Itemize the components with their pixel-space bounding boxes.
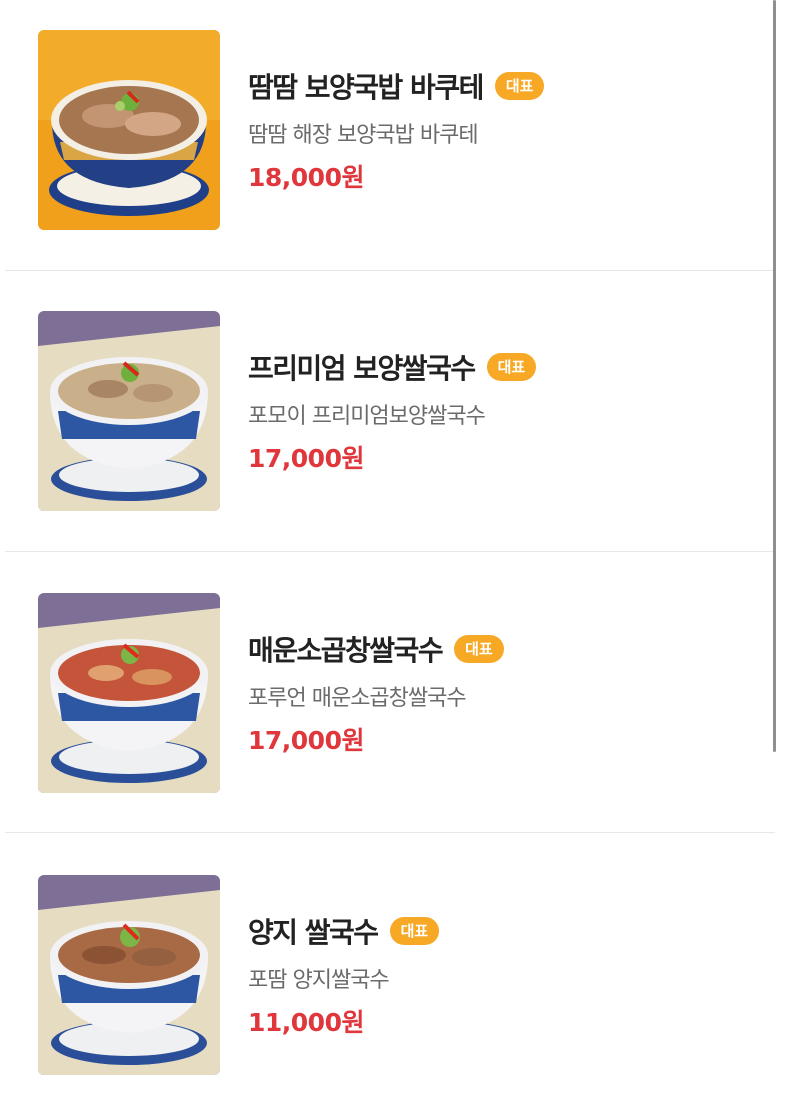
menu-item-brisket-pho[interactable]: 양지 쌀국수 대표 포땀 양지쌀국수 11,000원 — [0, 845, 775, 1115]
menu-item-description: 포땀 양지쌀국수 — [248, 968, 390, 993]
menu-item-description: 포루언 매운소곱창쌀국수 — [248, 686, 467, 711]
menu-item-price: 18,000원 — [248, 163, 364, 192]
menu-item-name: 양지 쌀국수 — [248, 916, 379, 949]
menu-item-spicy-gopchang-pho[interactable]: 매운소곱창쌀국수 대표 포루언 매운소곱창쌀국수 17,000원 — [0, 563, 775, 833]
rice-noodle-bowl-image — [38, 311, 220, 511]
beef-noodle-bowl-image — [38, 875, 220, 1075]
menu-item-header: 양지 쌀국수 대표 — [248, 911, 440, 951]
spicy-noodle-bowl-image — [38, 593, 220, 793]
signature-badge: 대표 — [494, 72, 545, 100]
bowl-illustration-4 — [38, 875, 220, 1075]
bowl-illustration-3 — [38, 593, 220, 793]
divider — [5, 270, 775, 271]
menu-item-bakuteh[interactable]: 땀땀 보양국밥 바쿠테 대표 땀땀 해장 보양국밥 바쿠테 18,000원 — [0, 0, 775, 270]
menu-item-name: 프리미엄 보양쌀국수 — [248, 352, 476, 385]
signature-badge: 대표 — [454, 635, 504, 663]
bowl-illustration-2 — [38, 311, 220, 511]
menu-item-premium-pho[interactable]: 프리미엄 보양쌀국수 대표 포모이 프리미엄보양쌀국수 17,000원 — [0, 281, 775, 551]
soup-bowl-image — [38, 30, 220, 230]
bowl-illustration-1 — [38, 30, 220, 230]
menu-item-name: 땀땀 보양국밥 바쿠테 — [248, 71, 484, 104]
menu-item-price: 17,000원 — [248, 726, 364, 755]
menu-item-header: 프리미엄 보양쌀국수 대표 — [248, 347, 537, 387]
menu-item-price: 11,000원 — [248, 1008, 364, 1037]
menu-item-header: 매운소곱창쌀국수 대표 — [248, 629, 504, 669]
menu-item-description: 포모이 프리미엄보양쌀국수 — [248, 404, 486, 429]
menu-item-price: 17,000원 — [248, 444, 364, 473]
scrollbar[interactable] — [773, 0, 776, 752]
menu-item-header: 땀땀 보양국밥 바쿠테 대표 — [248, 66, 545, 106]
menu-list: 땀땀 보양국밥 바쿠테 대표 땀땀 해장 보양국밥 바쿠테 18,000원 프리… — [0, 0, 789, 1075]
signature-badge: 대표 — [486, 353, 537, 381]
menu-item-name: 매운소곱창쌀국수 — [248, 634, 444, 667]
signature-badge: 대표 — [389, 917, 440, 945]
divider — [5, 551, 775, 552]
divider — [5, 832, 775, 833]
menu-item-description: 땀땀 해장 보양국밥 바쿠테 — [248, 123, 479, 148]
